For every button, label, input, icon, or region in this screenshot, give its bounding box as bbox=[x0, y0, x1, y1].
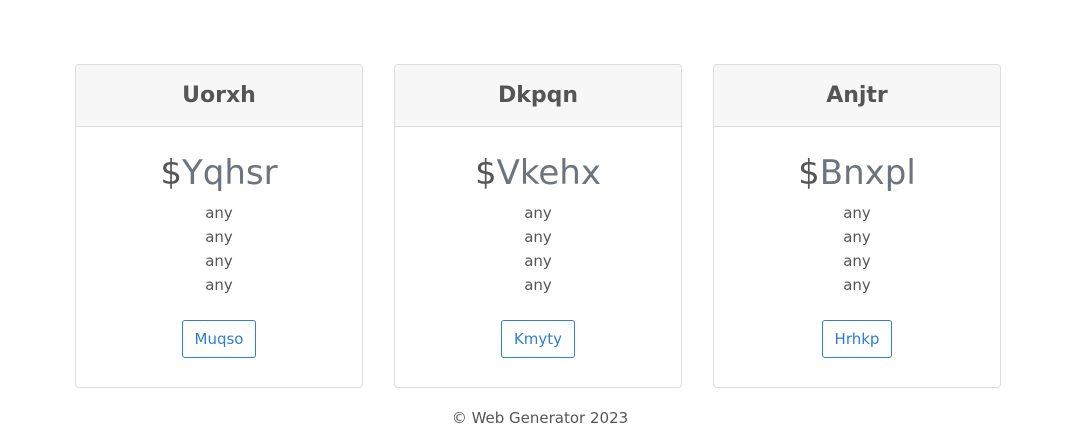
feature-item: any bbox=[843, 252, 871, 270]
plan-button[interactable]: Hrhkp bbox=[821, 320, 893, 358]
plan-button[interactable]: Kmyty bbox=[500, 320, 576, 358]
card-header: Dkpqn bbox=[395, 65, 681, 127]
footer-copyright: © Web Generator 2023 bbox=[451, 409, 629, 427]
feature-item: any bbox=[205, 228, 233, 246]
currency-symbol: $ bbox=[160, 153, 183, 193]
price-value: Yqhsr bbox=[182, 153, 278, 193]
feature-list: any any any any bbox=[76, 201, 362, 297]
feature-list: any any any any bbox=[714, 201, 1000, 297]
feature-item: any bbox=[205, 252, 233, 270]
pricing-card-3: Anjtr $Bnxpl any any any any Hrhkp bbox=[713, 64, 1001, 388]
currency-symbol: $ bbox=[475, 153, 497, 193]
feature-item: any bbox=[524, 252, 552, 270]
price-value: Bnxpl bbox=[819, 153, 916, 193]
pricing-page: Uorxh $Yqhsr any any any any Muqso Dkpqn… bbox=[0, 0, 1080, 430]
feature-item: any bbox=[205, 276, 233, 294]
feature-item: any bbox=[205, 204, 233, 222]
feature-item: any bbox=[524, 228, 552, 246]
card-body: $Yqhsr any any any any Muqso bbox=[76, 127, 362, 358]
card-header: Anjtr bbox=[714, 65, 1000, 127]
card-body: $Vkehx any any any any Kmyty bbox=[395, 127, 681, 358]
feature-item: any bbox=[843, 276, 871, 294]
feature-item: any bbox=[524, 204, 552, 222]
card-body: $Bnxpl any any any any Hrhkp bbox=[714, 127, 1000, 358]
feature-item: any bbox=[843, 228, 871, 246]
plan-price: $Bnxpl bbox=[714, 153, 1000, 193]
pricing-card-2: Dkpqn $Vkehx any any any any Kmyty bbox=[394, 64, 682, 388]
price-value: Vkehx bbox=[496, 153, 601, 193]
plan-button[interactable]: Muqso bbox=[181, 320, 257, 358]
plan-title: Anjtr bbox=[826, 83, 888, 108]
plan-price: $Yqhsr bbox=[76, 153, 362, 193]
feature-item: any bbox=[524, 276, 552, 294]
feature-list: any any any any bbox=[395, 201, 681, 297]
card-header: Uorxh bbox=[76, 65, 362, 127]
pricing-cards: Uorxh $Yqhsr any any any any Muqso Dkpqn… bbox=[75, 64, 1001, 388]
feature-item: any bbox=[843, 204, 871, 222]
currency-symbol: $ bbox=[798, 153, 820, 193]
pricing-card-1: Uorxh $Yqhsr any any any any Muqso bbox=[75, 64, 363, 388]
plan-title: Uorxh bbox=[182, 83, 256, 108]
plan-title: Dkpqn bbox=[497, 83, 579, 108]
plan-price: $Vkehx bbox=[395, 153, 681, 193]
